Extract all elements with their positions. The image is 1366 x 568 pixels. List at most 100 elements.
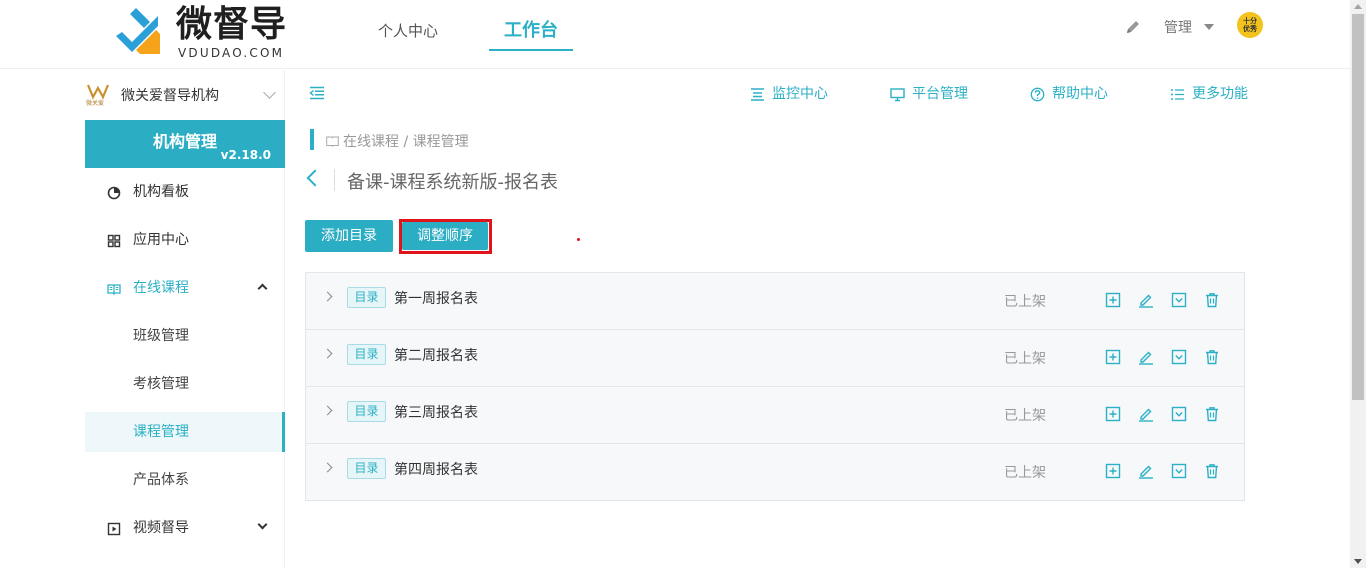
delete-icon[interactable] <box>1204 463 1220 479</box>
directory-name: 第三周报名表 <box>394 405 478 421</box>
avatar-text-line1: 十分 <box>1243 17 1257 25</box>
platform-management-link[interactable]: 平台管理 <box>890 86 975 104</box>
title-divider <box>334 169 335 191</box>
pie-chart-icon <box>107 186 121 200</box>
section-header: 机构管理 v2.18.0 <box>85 120 285 168</box>
more-functions-label: 更多功能 <box>1192 86 1248 102</box>
help-icon <box>1030 87 1045 102</box>
vertical-scrollbar[interactable] <box>1350 0 1366 568</box>
pencil-icon[interactable] <box>1125 19 1141 35</box>
sidebar-item-label: 机构看板 <box>133 184 189 200</box>
move-down-icon[interactable] <box>1171 463 1187 479</box>
sidebar-item-label: 课程管理 <box>133 424 189 440</box>
delete-icon[interactable] <box>1204 349 1220 365</box>
sidebar-item-course-management[interactable]: 课程管理 <box>85 412 285 452</box>
sidebar-item-label: 考核管理 <box>133 376 189 392</box>
list-item[interactable]: 目录 第一周报名表 已上架 <box>306 273 1244 330</box>
monitor-center-label: 监控中心 <box>772 86 828 102</box>
caret-down-icon[interactable] <box>1204 24 1214 30</box>
move-down-icon[interactable] <box>1171 349 1187 365</box>
chevron-down-icon <box>257 519 268 530</box>
platform-management-label: 平台管理 <box>912 86 968 102</box>
help-center-link[interactable]: 帮助中心 <box>1030 86 1115 104</box>
directory-name: 第一周报名表 <box>394 291 478 307</box>
edit-icon[interactable] <box>1138 292 1154 308</box>
reorder-button[interactable]: 调整顺序 <box>402 222 488 250</box>
sidebar-item-app-center[interactable]: 应用中心 <box>85 220 285 260</box>
top-header: 微督导 VDUDAO.COM 个人中心 工作台 管理 十分 优秀 <box>0 0 1350 69</box>
monitor-icon <box>890 88 905 102</box>
sidebar-item-video-supervision[interactable]: 视频督导 <box>85 508 285 548</box>
add-child-icon[interactable] <box>1105 292 1121 308</box>
sidebar-item-label: 班级管理 <box>133 328 189 344</box>
add-child-icon[interactable] <box>1105 349 1121 365</box>
sidebar-item-label: 应用中心 <box>133 232 189 248</box>
status-label: 已上架 <box>1004 408 1046 424</box>
back-arrow-icon[interactable] <box>306 169 324 187</box>
sidebar-item-dashboard[interactable]: 机构看板 <box>85 172 285 212</box>
expand-chevron-icon[interactable] <box>322 405 333 416</box>
brand-subtitle: VDUDAO.COM <box>178 46 285 60</box>
move-down-icon[interactable] <box>1171 406 1187 422</box>
expand-chevron-icon[interactable] <box>322 348 333 359</box>
directory-tag: 目录 <box>347 401 386 422</box>
status-label: 已上架 <box>1004 294 1046 310</box>
list-item[interactable]: 目录 第二周报名表 已上架 <box>306 330 1244 387</box>
add-directory-button[interactable]: 添加目录 <box>305 220 393 252</box>
user-name[interactable]: 管理 <box>1164 17 1192 37</box>
monitor-list-icon <box>751 88 764 101</box>
cursor-dot <box>577 238 580 241</box>
grid-icon <box>107 234 121 248</box>
sidebar-item-label: 产品体系 <box>133 472 189 488</box>
directory-tag: 目录 <box>347 287 386 308</box>
more-functions-link[interactable]: 更多功能 <box>1170 86 1255 104</box>
sidebar-item-label: 在线课程 <box>133 280 189 296</box>
delete-icon[interactable] <box>1204 292 1220 308</box>
edit-icon[interactable] <box>1138 463 1154 479</box>
org-logo-caption: 微关爱 <box>86 100 105 107</box>
delete-icon[interactable] <box>1204 406 1220 422</box>
edit-icon[interactable] <box>1138 349 1154 365</box>
list-icon <box>1171 89 1184 100</box>
logo-icon <box>116 8 160 54</box>
breadcrumb-accent-bar <box>310 129 314 150</box>
edit-icon[interactable] <box>1138 406 1154 422</box>
monitor-center-link[interactable]: 监控中心 <box>750 86 835 104</box>
add-child-icon[interactable] <box>1105 406 1121 422</box>
video-icon <box>107 522 121 536</box>
sidebar-item-online-courses[interactable]: 在线课程 <box>85 268 285 308</box>
org-name[interactable]: 微关爱督导机构 <box>121 85 219 105</box>
directory-list: 目录 第一周报名表 已上架 目录 第二周报名表 已上架 目录 第三周报名表 已上… <box>305 272 1245 501</box>
org-switch-chevron-icon[interactable] <box>263 86 276 99</box>
brand-title: 微督导 <box>176 4 288 45</box>
avatar[interactable]: 十分 优秀 <box>1237 12 1263 38</box>
collapse-menu-icon[interactable] <box>309 86 325 100</box>
expand-chevron-icon[interactable] <box>322 462 333 473</box>
nav-workbench[interactable]: 工作台 <box>489 0 573 69</box>
list-item[interactable]: 目录 第三周报名表 已上架 <box>306 387 1244 444</box>
add-child-icon[interactable] <box>1105 463 1121 479</box>
status-label: 已上架 <box>1004 351 1046 367</box>
version-label: v2.18.0 <box>220 148 271 162</box>
scroll-thumb[interactable] <box>1352 14 1364 400</box>
chevron-up-icon <box>257 283 268 294</box>
directory-name: 第二周报名表 <box>394 348 478 364</box>
move-down-icon[interactable] <box>1171 292 1187 308</box>
sidebar-item-class-management[interactable]: 班级管理 <box>85 316 285 356</box>
book-icon <box>107 284 121 296</box>
nav-personal-center[interactable]: 个人中心 <box>378 0 438 69</box>
scroll-down-arrow-icon[interactable] <box>1354 559 1362 564</box>
sidebar-item-assessment-management[interactable]: 考核管理 <box>85 364 285 404</box>
directory-tag: 目录 <box>347 458 386 479</box>
page-title: 备课-课程系统新版-报名表 <box>347 172 558 193</box>
avatar-text-line2: 优秀 <box>1243 25 1257 33</box>
breadcrumb-text: 在线课程 / 课程管理 <box>343 134 469 150</box>
directory-tag: 目录 <box>347 344 386 365</box>
scroll-up-arrow-icon[interactable] <box>1354 4 1362 9</box>
sidebar-item-label: 视频督导 <box>133 520 189 536</box>
directory-name: 第四周报名表 <box>394 462 478 478</box>
help-center-label: 帮助中心 <box>1052 86 1108 102</box>
sidebar-item-product-system[interactable]: 产品体系 <box>85 460 285 500</box>
list-item[interactable]: 目录 第四周报名表 已上架 <box>306 444 1244 500</box>
expand-chevron-icon[interactable] <box>322 291 333 302</box>
